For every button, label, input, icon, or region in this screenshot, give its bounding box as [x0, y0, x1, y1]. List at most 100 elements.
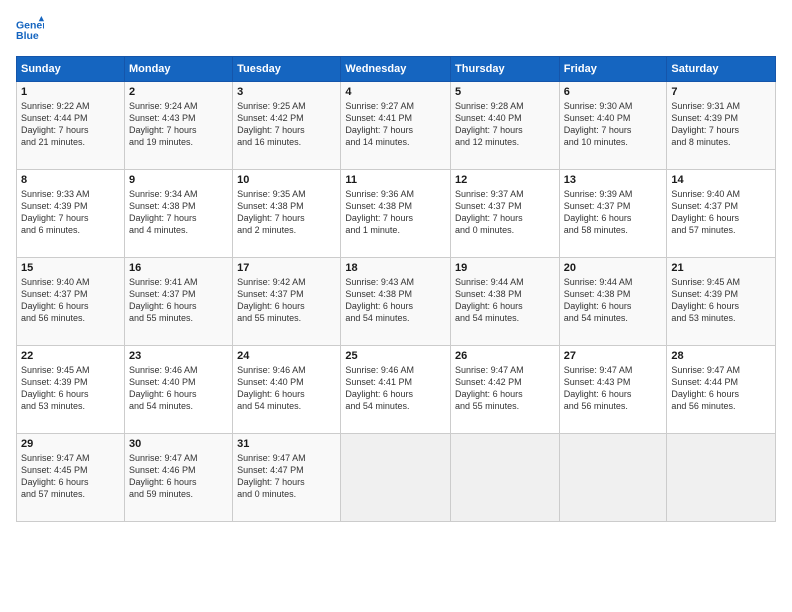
- logo: General Blue: [16, 16, 44, 44]
- calendar-cell: 19 Sunrise: 9:44 AM Sunset: 4:38 PM Dayli…: [451, 258, 560, 346]
- day-number: 28: [671, 350, 771, 362]
- calendar-body: 1Sunrise: 9:22 AM Sunset: 4:44 PM Daylig…: [17, 82, 776, 522]
- calendar-cell: 29 Sunrise: 9:47 AM Sunset: 4:45 PM Dayli…: [17, 434, 125, 522]
- calendar-cell: 26 Sunrise: 9:47 AM Sunset: 4:42 PM Dayli…: [451, 346, 560, 434]
- col-header-friday: Friday: [559, 57, 667, 82]
- day-number: 11: [345, 174, 446, 186]
- day-number: 1: [21, 86, 120, 98]
- day-number: 5: [455, 86, 555, 98]
- day-info: Sunrise: 9:47 AM Sunset: 4:44 PM Dayligh…: [671, 364, 771, 413]
- calendar-cell: 12Sunrise: 9:37 AM Sunset: 4:37 PM Dayli…: [451, 170, 560, 258]
- calendar-cell: 31 Sunrise: 9:47 AM Sunset: 4:47 PM Dayli…: [233, 434, 341, 522]
- calendar-cell: 24Sunrise: 9:46 AM Sunset: 4:40 PM Dayli…: [233, 346, 341, 434]
- calendar-cell: [451, 434, 560, 522]
- calendar-cell: [667, 434, 776, 522]
- day-info: Sunrise: 9:31 AM Sunset: 4:39 PM Dayligh…: [671, 100, 771, 149]
- day-info: Sunrise: 9:40 AM Sunset: 4:37 PM Dayligh…: [21, 276, 120, 325]
- day-info: Sunrise: 9:41 AM Sunset: 4:37 PM Dayligh…: [129, 276, 228, 325]
- day-info: Sunrise: 9:43 AM Sunset: 4:38 PM Dayligh…: [345, 276, 446, 325]
- calendar-header-row: SundayMondayTuesdayWednesdayThursdayFrid…: [17, 57, 776, 82]
- day-number: 19: [455, 262, 555, 274]
- calendar-cell: 18 Sunrise: 9:43 AM Sunset: 4:38 PM Dayli…: [341, 258, 451, 346]
- day-number: 27: [564, 350, 663, 362]
- calendar-cell: 13 Sunrise: 9:39 AM Sunset: 4:37 PM Dayli…: [559, 170, 667, 258]
- calendar-cell: 11 Sunrise: 9:36 AM Sunset: 4:38 PM Dayli…: [341, 170, 451, 258]
- day-number: 14: [671, 174, 771, 186]
- calendar-cell: 21 Sunrise: 9:45 AM Sunset: 4:39 PM Dayli…: [667, 258, 776, 346]
- day-number: 31: [237, 438, 336, 450]
- day-info: Sunrise: 9:47 AM Sunset: 4:47 PM Dayligh…: [237, 452, 336, 501]
- day-info: Sunrise: 9:30 AM Sunset: 4:40 PM Dayligh…: [564, 100, 663, 149]
- day-info: Sunrise: 9:39 AM Sunset: 4:37 PM Dayligh…: [564, 188, 663, 237]
- calendar-week-5: 29 Sunrise: 9:47 AM Sunset: 4:45 PM Dayli…: [17, 434, 776, 522]
- calendar-cell: 17Sunrise: 9:42 AM Sunset: 4:37 PM Dayli…: [233, 258, 341, 346]
- page-header: General Blue: [16, 16, 776, 44]
- calendar-cell: 2Sunrise: 9:24 AM Sunset: 4:43 PM Daylig…: [124, 82, 232, 170]
- day-info: Sunrise: 9:28 AM Sunset: 4:40 PM Dayligh…: [455, 100, 555, 149]
- calendar-table: SundayMondayTuesdayWednesdayThursdayFrid…: [16, 56, 776, 522]
- col-header-monday: Monday: [124, 57, 232, 82]
- day-info: Sunrise: 9:46 AM Sunset: 4:40 PM Dayligh…: [129, 364, 228, 413]
- day-info: Sunrise: 9:25 AM Sunset: 4:42 PM Dayligh…: [237, 100, 336, 149]
- calendar-cell: 1Sunrise: 9:22 AM Sunset: 4:44 PM Daylig…: [17, 82, 125, 170]
- calendar-week-4: 22 Sunrise: 9:45 AM Sunset: 4:39 PM Dayli…: [17, 346, 776, 434]
- day-info: Sunrise: 9:37 AM Sunset: 4:37 PM Dayligh…: [455, 188, 555, 237]
- calendar-cell: 30Sunrise: 9:47 AM Sunset: 4:46 PM Dayli…: [124, 434, 232, 522]
- calendar-cell: 8 Sunrise: 9:33 AM Sunset: 4:39 PM Daylig…: [17, 170, 125, 258]
- day-info: Sunrise: 9:24 AM Sunset: 4:43 PM Dayligh…: [129, 100, 228, 149]
- logo-icon: General Blue: [16, 16, 44, 44]
- day-info: Sunrise: 9:34 AM Sunset: 4:38 PM Dayligh…: [129, 188, 228, 237]
- day-number: 30: [129, 438, 228, 450]
- day-number: 25: [345, 350, 446, 362]
- day-info: Sunrise: 9:33 AM Sunset: 4:39 PM Dayligh…: [21, 188, 120, 237]
- day-number: 7: [671, 86, 771, 98]
- calendar-week-1: 1Sunrise: 9:22 AM Sunset: 4:44 PM Daylig…: [17, 82, 776, 170]
- calendar-cell: [559, 434, 667, 522]
- calendar-cell: 5 Sunrise: 9:28 AM Sunset: 4:40 PM Daylig…: [451, 82, 560, 170]
- day-info: Sunrise: 9:47 AM Sunset: 4:42 PM Dayligh…: [455, 364, 555, 413]
- day-number: 18: [345, 262, 446, 274]
- day-number: 10: [237, 174, 336, 186]
- calendar-cell: 22 Sunrise: 9:45 AM Sunset: 4:39 PM Dayli…: [17, 346, 125, 434]
- day-number: 9: [129, 174, 228, 186]
- calendar-cell: 14 Sunrise: 9:40 AM Sunset: 4:37 PM Dayli…: [667, 170, 776, 258]
- calendar-cell: 4Sunrise: 9:27 AM Sunset: 4:41 PM Daylig…: [341, 82, 451, 170]
- day-info: Sunrise: 9:35 AM Sunset: 4:38 PM Dayligh…: [237, 188, 336, 237]
- day-number: 13: [564, 174, 663, 186]
- day-number: 4: [345, 86, 446, 98]
- day-info: Sunrise: 9:40 AM Sunset: 4:37 PM Dayligh…: [671, 188, 771, 237]
- day-info: Sunrise: 9:45 AM Sunset: 4:39 PM Dayligh…: [671, 276, 771, 325]
- day-info: Sunrise: 9:46 AM Sunset: 4:40 PM Dayligh…: [237, 364, 336, 413]
- day-info: Sunrise: 9:44 AM Sunset: 4:38 PM Dayligh…: [455, 276, 555, 325]
- col-header-tuesday: Tuesday: [233, 57, 341, 82]
- calendar-cell: 27 Sunrise: 9:47 AM Sunset: 4:43 PM Dayli…: [559, 346, 667, 434]
- day-number: 8: [21, 174, 120, 186]
- calendar-cell: 16 Sunrise: 9:41 AM Sunset: 4:37 PM Dayli…: [124, 258, 232, 346]
- calendar-cell: 25Sunrise: 9:46 AM Sunset: 4:41 PM Dayli…: [341, 346, 451, 434]
- svg-text:Blue: Blue: [16, 30, 39, 42]
- day-info: Sunrise: 9:44 AM Sunset: 4:38 PM Dayligh…: [564, 276, 663, 325]
- calendar-cell: 9 Sunrise: 9:34 AM Sunset: 4:38 PM Daylig…: [124, 170, 232, 258]
- day-number: 22: [21, 350, 120, 362]
- col-header-wednesday: Wednesday: [341, 57, 451, 82]
- day-number: 23: [129, 350, 228, 362]
- day-number: 29: [21, 438, 120, 450]
- day-number: 26: [455, 350, 555, 362]
- calendar-cell: 15 Sunrise: 9:40 AM Sunset: 4:37 PM Dayli…: [17, 258, 125, 346]
- day-number: 16: [129, 262, 228, 274]
- calendar-cell: 7 Sunrise: 9:31 AM Sunset: 4:39 PM Daylig…: [667, 82, 776, 170]
- day-info: Sunrise: 9:47 AM Sunset: 4:43 PM Dayligh…: [564, 364, 663, 413]
- day-info: Sunrise: 9:45 AM Sunset: 4:39 PM Dayligh…: [21, 364, 120, 413]
- day-info: Sunrise: 9:42 AM Sunset: 4:37 PM Dayligh…: [237, 276, 336, 325]
- calendar-cell: 28 Sunrise: 9:47 AM Sunset: 4:44 PM Dayli…: [667, 346, 776, 434]
- calendar-cell: 20 Sunrise: 9:44 AM Sunset: 4:38 PM Dayli…: [559, 258, 667, 346]
- day-number: 21: [671, 262, 771, 274]
- day-info: Sunrise: 9:36 AM Sunset: 4:38 PM Dayligh…: [345, 188, 446, 237]
- day-number: 6: [564, 86, 663, 98]
- day-number: 15: [21, 262, 120, 274]
- calendar-week-3: 15 Sunrise: 9:40 AM Sunset: 4:37 PM Dayli…: [17, 258, 776, 346]
- col-header-thursday: Thursday: [451, 57, 560, 82]
- day-info: Sunrise: 9:47 AM Sunset: 4:45 PM Dayligh…: [21, 452, 120, 501]
- day-number: 20: [564, 262, 663, 274]
- day-number: 3: [237, 86, 336, 98]
